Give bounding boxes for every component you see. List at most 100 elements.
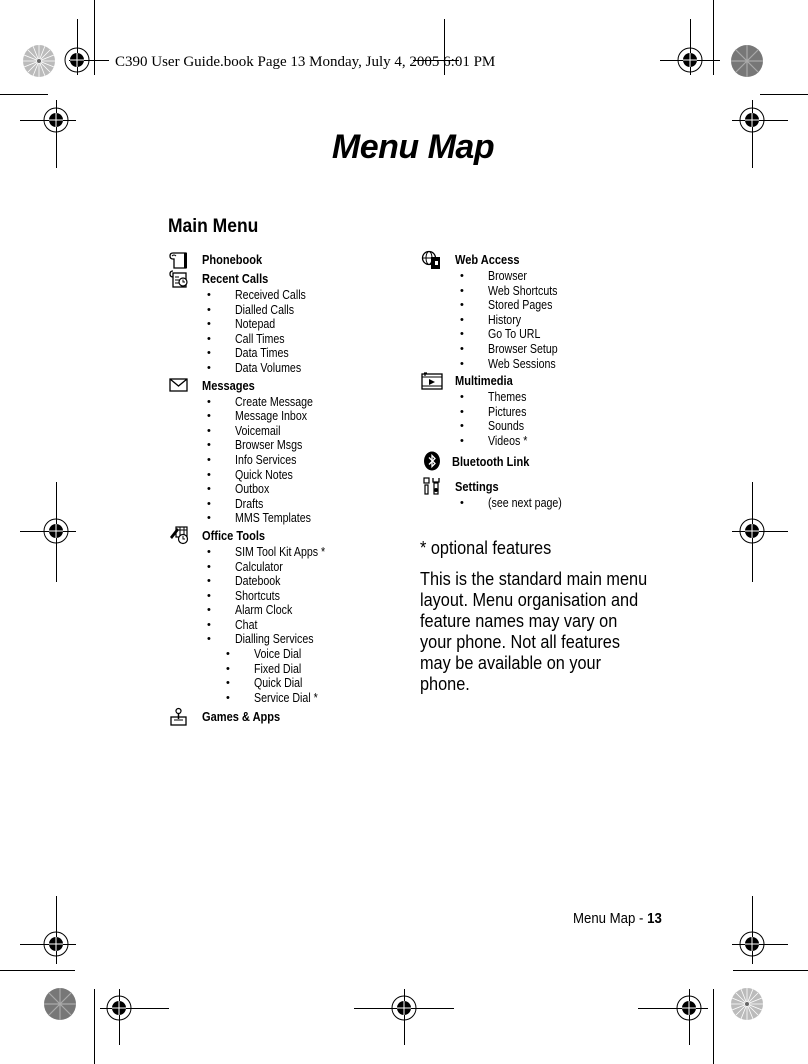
menu-item: • MMS Templates bbox=[207, 511, 311, 526]
crop-line bbox=[733, 970, 808, 971]
menu-item: • Data Volumes bbox=[207, 360, 302, 375]
bullet: • bbox=[207, 453, 211, 466]
menu-item: • Browser bbox=[460, 269, 527, 283]
crop-line bbox=[713, 0, 714, 75]
recent-calls-icon bbox=[168, 269, 190, 289]
menu-item: • History bbox=[460, 312, 522, 327]
menu-subitem: • Voice Dial bbox=[226, 647, 302, 662]
menu-item: • Browser Setup bbox=[460, 341, 558, 356]
bullet: • bbox=[207, 410, 211, 423]
joystick-icon bbox=[168, 707, 190, 727]
bullet: • bbox=[460, 391, 464, 404]
film-icon bbox=[421, 371, 443, 391]
menu-item: • Create Message bbox=[207, 394, 313, 409]
bullet: • bbox=[460, 405, 464, 418]
bullet: • bbox=[207, 633, 211, 646]
bullet: • bbox=[460, 357, 464, 370]
menu-item: • SIM Tool Kit Apps * bbox=[207, 544, 326, 559]
starburst-mark-icon bbox=[23, 45, 55, 77]
bluetooth-icon bbox=[421, 451, 443, 471]
menu-item: • Dialling Services bbox=[207, 632, 314, 647]
settings-icon bbox=[421, 476, 443, 496]
bullet: • bbox=[207, 575, 211, 588]
menu-item: • Calculator bbox=[207, 559, 283, 574]
bullet: • bbox=[226, 662, 230, 675]
bullet: • bbox=[460, 328, 464, 341]
bullet: • bbox=[207, 512, 211, 525]
menu-category-recent-calls: Recent Calls bbox=[168, 269, 341, 288]
menu-item: • Web Shortcuts bbox=[460, 283, 558, 298]
menu-item: • Quick Notes bbox=[207, 467, 293, 482]
menu-category-label: Recent Calls bbox=[202, 271, 269, 286]
menu-category-multimedia: Multimedia bbox=[421, 371, 575, 390]
description-line: your phone. Not all features bbox=[420, 631, 621, 652]
bullet: • bbox=[460, 342, 464, 355]
menu-category-label: Bluetooth Link bbox=[452, 453, 530, 469]
print-info-header: C390 User Guide.book Page 13 Monday, Jul… bbox=[115, 54, 496, 70]
registration-mark-icon bbox=[676, 995, 702, 1021]
menu-category-settings: Settings bbox=[421, 477, 575, 496]
office-tools-items: • SIM Tool Kit Apps * • Calculator • Datebo… bbox=[168, 545, 341, 647]
optional-features-note: * optional features bbox=[420, 537, 552, 558]
right-menu-column: Web Access • Browser • Web Shortcuts • Stor… bbox=[421, 250, 575, 510]
footer-section: Menu Map - bbox=[573, 910, 648, 927]
bullet: • bbox=[207, 395, 211, 408]
bullet: • bbox=[207, 483, 211, 496]
bullet: • bbox=[207, 604, 211, 617]
bullet: • bbox=[460, 299, 464, 312]
menu-category-label: Settings bbox=[455, 478, 499, 494]
bullet: • bbox=[207, 589, 211, 602]
registration-mark-icon bbox=[739, 518, 765, 544]
menu-item: • Notepad bbox=[207, 317, 276, 332]
menu-item: • Alarm Clock bbox=[207, 603, 293, 618]
bullet: • bbox=[207, 545, 211, 558]
menu-item: • Chat bbox=[207, 617, 258, 632]
messages-items: • Create Message • Message Inbox • Voicemai… bbox=[168, 395, 341, 526]
menu-category-label: Games & Apps bbox=[202, 709, 281, 725]
description-line: layout. Menu organisation and bbox=[420, 589, 639, 610]
bullet: • bbox=[460, 270, 464, 282]
menu-item: • Browser Msgs bbox=[207, 438, 303, 453]
left-menu-column: Phonebook Recent Calls • Received Calls •… bbox=[168, 250, 341, 726]
crop-line bbox=[94, 989, 95, 1064]
menu-item: • Pictures bbox=[460, 404, 527, 419]
menu-category-messages: Messages bbox=[168, 376, 341, 395]
menu-category-phonebook: Phonebook bbox=[168, 250, 341, 269]
bullet: • bbox=[207, 468, 211, 481]
menu-item: • (see next page) bbox=[460, 495, 562, 510]
bullet: • bbox=[207, 332, 211, 345]
description-line: may be available on your bbox=[420, 652, 602, 673]
menu-item: • Call Times bbox=[207, 331, 285, 346]
description-line: feature names may vary on bbox=[420, 610, 618, 631]
section-title: Main Menu bbox=[168, 216, 259, 237]
menu-item: • Sounds bbox=[460, 419, 525, 434]
bullet: • bbox=[460, 284, 464, 297]
menu-category-web-access: Web Access bbox=[421, 250, 575, 269]
crop-line bbox=[95, 60, 109, 61]
registration-mark-icon bbox=[739, 931, 765, 957]
recent-calls-items: • Received Calls • Dialled Calls • Notepad … bbox=[168, 288, 341, 376]
crop-line bbox=[0, 970, 75, 971]
menu-item: • Drafts bbox=[207, 496, 264, 511]
description-line: phone. bbox=[420, 673, 470, 694]
description-line: This is the standard main menu bbox=[420, 568, 648, 589]
menu-item: • Stored Pages bbox=[460, 298, 553, 313]
bullet: • bbox=[207, 289, 211, 301]
registration-mark-icon bbox=[391, 995, 417, 1021]
menu-item: • Outbox bbox=[207, 482, 270, 497]
menu-item: • Web Sessions bbox=[460, 356, 556, 371]
menu-item: • Go To URL bbox=[460, 327, 541, 342]
menu-category-label: Phonebook bbox=[202, 252, 263, 267]
menu-subitem: • Fixed Dial bbox=[226, 661, 302, 676]
registration-mark-icon bbox=[43, 931, 69, 957]
menu-item: • Themes bbox=[460, 390, 527, 405]
menu-item: • Dialled Calls bbox=[207, 302, 295, 317]
bullet: • bbox=[207, 439, 211, 452]
menu-category-games-apps: Games & Apps bbox=[168, 707, 341, 726]
phonebook-icon bbox=[168, 250, 190, 270]
web-access-items: • Browser • Web Shortcuts • Stored Pages • H… bbox=[421, 269, 575, 371]
menu-item: • Message Inbox bbox=[207, 409, 308, 424]
dialling-services-subitems: • Voice Dial • Fixed Dial • Quick Dial • Ser… bbox=[168, 647, 341, 705]
starburst-mark-icon bbox=[731, 45, 763, 77]
office-tools-icon bbox=[168, 525, 190, 545]
